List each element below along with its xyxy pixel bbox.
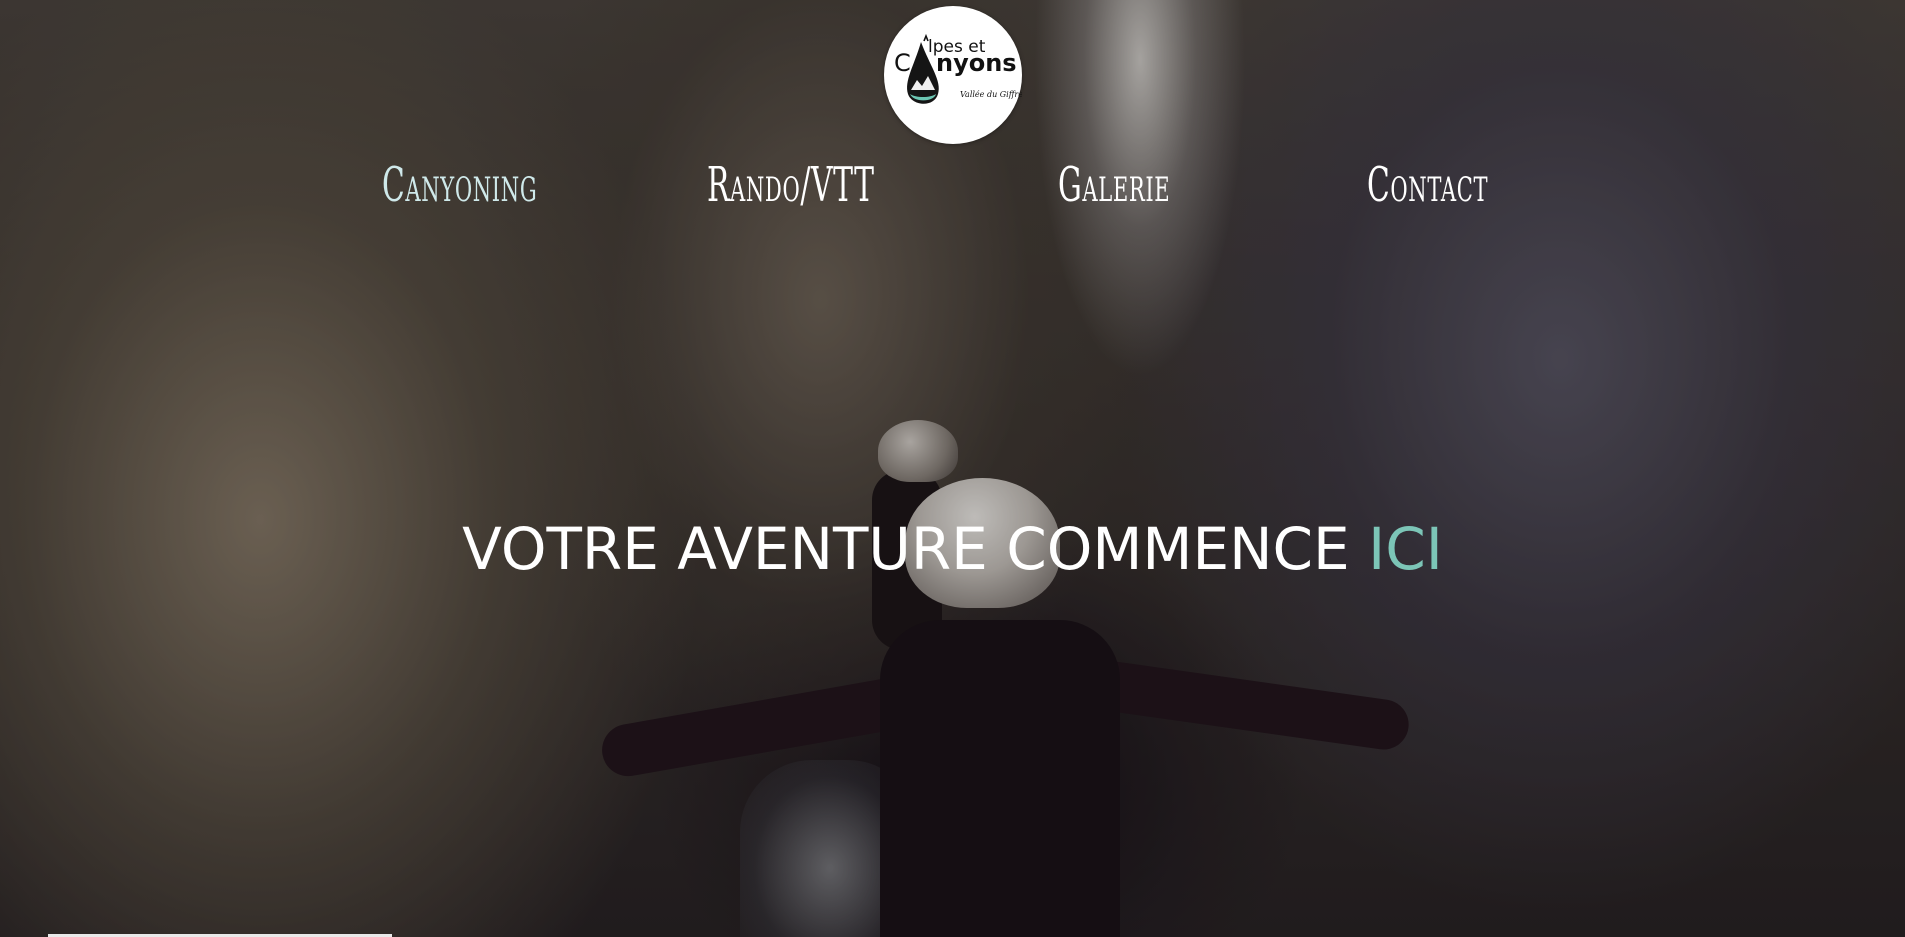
hero-headline-accent: ICI <box>1368 515 1443 583</box>
nav-item-canyoning[interactable]: Canyoning <box>382 150 537 220</box>
mountain-drop-logo-icon: lpes et C nyons Vallée du Giffre <box>894 33 1022 104</box>
site-logo[interactable]: lpes et C nyons Vallée du Giffre <box>884 6 1022 144</box>
logo-text-c: C <box>894 49 911 77</box>
hero-headline-main: VOTRE AVENTURE COMMENCE <box>462 515 1350 583</box>
nav-item-galerie[interactable]: Galerie <box>1058 150 1170 220</box>
nav-item-rando-vtt[interactable]: Rando/VTT <box>707 150 875 220</box>
main-navigation: Canyoning Rando/VTT Galerie Contact <box>0 150 1905 220</box>
nav-item-contact[interactable]: Contact <box>1367 150 1488 220</box>
hero-headline: VOTRE AVENTURE COMMENCE ICI <box>0 512 1905 586</box>
hero-background-video: lpes et C nyons Vallée du Giffre Canyoni… <box>0 0 1905 937</box>
logo-tagline: Vallée du Giffre <box>960 90 1022 99</box>
logo-text-nyons: nyons <box>936 49 1017 77</box>
